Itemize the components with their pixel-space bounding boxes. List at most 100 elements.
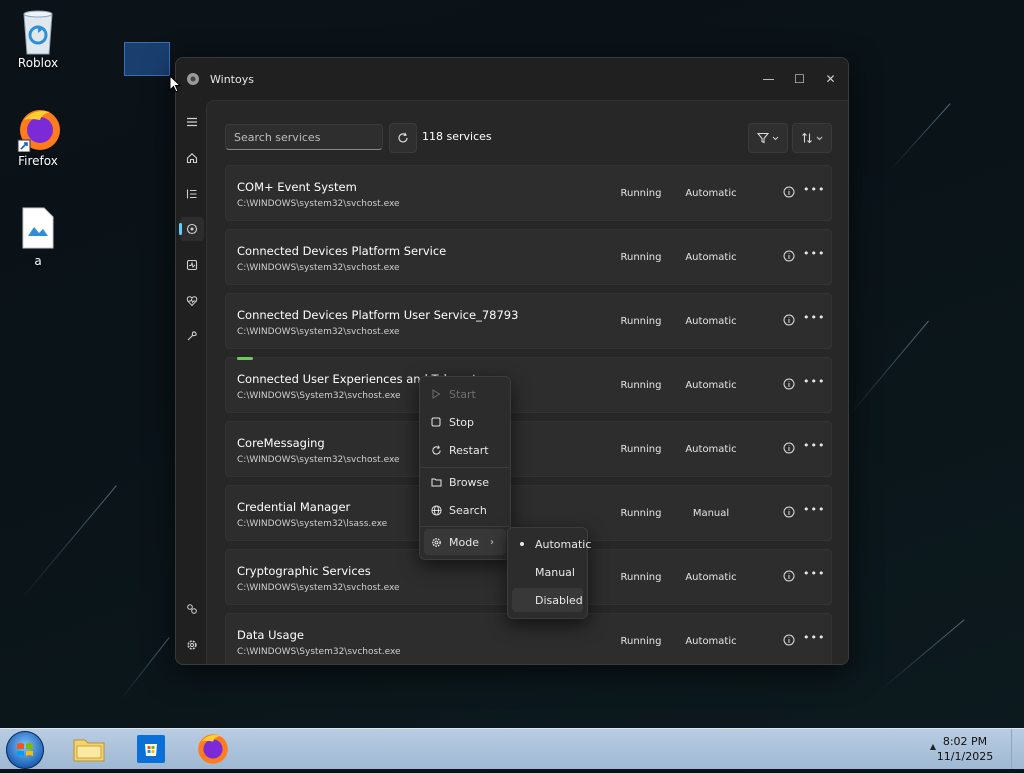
service-status: Running	[620, 252, 662, 263]
menu-item-mode[interactable]: Mode ›	[424, 529, 506, 555]
service-status: Running	[620, 316, 662, 327]
service-mode: Automatic	[685, 572, 737, 583]
taskbar-file-explorer[interactable]	[67, 731, 111, 767]
service-row[interactable]: Data Usage C:\WINDOWS\System32\svchost.e…	[225, 613, 832, 664]
stop-icon	[430, 416, 442, 428]
close-button[interactable]: ✕	[815, 65, 846, 93]
more-options-button[interactable]: •••	[803, 440, 824, 455]
more-options-button[interactable]: •••	[803, 376, 824, 391]
tools-icon[interactable]	[180, 324, 204, 348]
service-status: Running	[620, 188, 662, 199]
service-name: CoreMessaging	[237, 436, 325, 450]
service-path: C:\WINDOWS\system32\lsass.exe	[237, 519, 388, 529]
service-mode: Automatic	[685, 444, 737, 455]
taskbar-clock[interactable]: 8:02 PM 11/1/2025	[930, 734, 1000, 764]
services-icon[interactable]	[179, 217, 204, 241]
info-icon[interactable]	[783, 634, 795, 646]
desktop-icon-firefox[interactable]: Firefox	[3, 106, 73, 168]
service-row[interactable]: COM+ Event System C:\WINDOWS\system32\sv…	[225, 165, 832, 221]
desktop-icon-label: a	[34, 254, 42, 268]
chevron-down-icon	[772, 136, 779, 140]
menu-icon[interactable]	[180, 110, 204, 134]
service-row[interactable]: Connected Devices Platform User Service_…	[225, 293, 832, 349]
submenu-item-manual[interactable]: Manual	[512, 560, 583, 584]
info-icon[interactable]	[783, 506, 795, 518]
performance-icon[interactable]	[180, 253, 204, 277]
submenu-item-label: Automatic	[535, 537, 592, 551]
menu-item-stop[interactable]: Stop	[424, 409, 506, 435]
service-status: Running	[620, 380, 662, 391]
service-path: C:\WINDOWS\System32\svchost.exe	[237, 391, 401, 401]
service-row[interactable]: Connected User Experiences and Telemetry…	[225, 357, 832, 413]
more-options-button[interactable]: •••	[803, 312, 824, 327]
service-name: COM+ Event System	[237, 180, 357, 194]
menu-item-restart[interactable]: Restart	[424, 437, 506, 463]
more-options-button[interactable]: •••	[803, 568, 824, 583]
apps-list-icon[interactable]	[180, 182, 204, 206]
service-name: Credential Manager	[237, 500, 351, 514]
home-icon[interactable]	[180, 146, 204, 170]
filter-button[interactable]	[748, 123, 788, 153]
info-icon[interactable]	[783, 570, 795, 582]
menu-item-label: Restart	[449, 443, 489, 457]
nav-rail	[176, 100, 206, 664]
menu-item-browse[interactable]: Browse	[424, 469, 506, 495]
refresh-button[interactable]	[389, 123, 417, 153]
more-options-button[interactable]: •••	[803, 632, 824, 647]
service-name: Cryptographic Services	[237, 564, 371, 578]
title-bar[interactable]: Wintoys — ☐ ✕	[176, 58, 848, 100]
folder-icon	[73, 739, 105, 762]
taskbar-firefox[interactable]	[191, 731, 235, 767]
service-name: Connected Devices Platform Service	[237, 244, 447, 258]
desktop-icon-roblox[interactable]: Roblox	[3, 8, 73, 70]
service-mode: Automatic	[685, 636, 737, 647]
service-status: Running	[620, 572, 662, 583]
image-file-icon	[16, 206, 60, 250]
sort-button[interactable]	[792, 123, 832, 153]
info-icon[interactable]	[783, 250, 795, 262]
store-icon	[137, 735, 165, 763]
menu-item-start[interactable]: Start	[424, 381, 506, 407]
folder-icon	[430, 476, 442, 488]
desktop-icon-label: Roblox	[17, 56, 59, 70]
more-options-button[interactable]: •••	[803, 504, 824, 519]
menu-item-search[interactable]: Search	[424, 497, 506, 523]
health-icon[interactable]	[180, 289, 204, 313]
info-icon[interactable]	[783, 186, 795, 198]
loading-indicator	[237, 357, 253, 360]
more-options-button[interactable]: •••	[803, 184, 824, 199]
service-count: 118 services	[422, 130, 492, 143]
filter-icon	[757, 132, 769, 144]
search-input[interactable]	[225, 124, 383, 150]
service-row[interactable]: CoreMessaging C:\WINDOWS\system32\svchos…	[225, 421, 832, 477]
clock-time: 8:02 PM	[942, 735, 988, 748]
more-options-button[interactable]: •••	[803, 248, 824, 263]
chevron-down-icon	[816, 136, 823, 140]
taskbar-store[interactable]	[129, 731, 173, 767]
menu-item-label: Start	[449, 387, 476, 401]
settings-icon[interactable]	[180, 633, 204, 657]
desktop-icon-a[interactable]: a	[3, 206, 73, 268]
minimize-button[interactable]: —	[753, 65, 784, 93]
submenu-item-disabled[interactable]: Disabled	[512, 588, 583, 612]
accounts-icon[interactable]	[180, 597, 204, 621]
sort-icon	[802, 132, 812, 144]
info-icon[interactable]	[783, 314, 795, 326]
windows-logo-icon	[17, 743, 33, 756]
info-icon[interactable]	[783, 378, 795, 390]
show-desktop-button[interactable]	[1011, 729, 1024, 769]
selected-indicator	[520, 542, 524, 546]
service-row[interactable]: Connected Devices Platform Service C:\WI…	[225, 229, 832, 285]
maximize-button[interactable]: ☐	[784, 65, 815, 93]
chevron-right-icon: ›	[490, 536, 494, 548]
service-status: Running	[620, 444, 662, 455]
service-mode: Manual	[692, 508, 730, 519]
submenu-item-automatic[interactable]: Automatic	[512, 532, 591, 556]
firefox-icon	[198, 734, 228, 764]
service-path: C:\WINDOWS\System32\svchost.exe	[237, 647, 401, 657]
start-button[interactable]	[6, 731, 44, 769]
recycle-bin-icon	[16, 8, 60, 55]
play-icon	[430, 388, 442, 400]
info-icon[interactable]	[783, 442, 795, 454]
service-context-menu: Start Stop Restart Browse Search Mode ›	[419, 376, 511, 560]
